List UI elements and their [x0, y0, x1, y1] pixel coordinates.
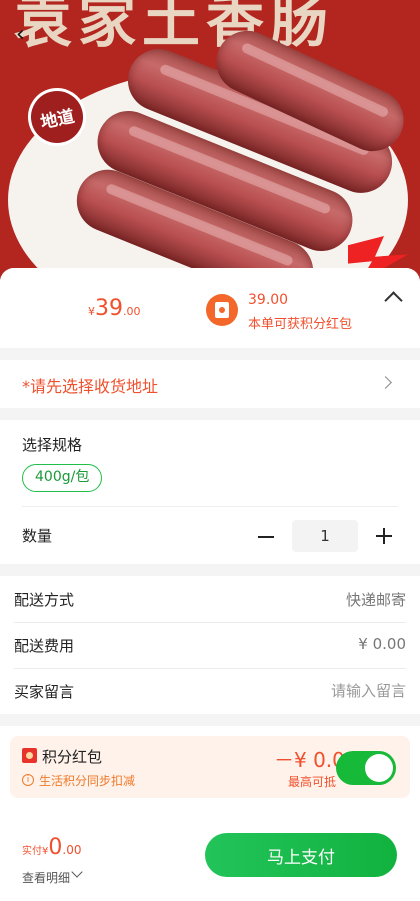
spec-section: 选择规格 400g/包 数量 1	[0, 420, 420, 564]
delivery-method-value: 快递邮寄	[345, 591, 406, 609]
delivery-section: 配送方式 快递邮寄 配送费用 ¥ 0.00 买家留言	[0, 576, 420, 714]
quantity-value[interactable]: 1	[292, 520, 358, 552]
delivery-fee-label: 配送费用	[14, 637, 75, 655]
hongbao-icon	[206, 294, 238, 326]
minus-icon[interactable]	[258, 536, 274, 538]
spec-title: 选择规格	[22, 436, 83, 454]
view-details-link[interactable]: 查看明细	[22, 869, 70, 886]
delivery-method-label: 配送方式	[14, 591, 75, 609]
points-section: 积分红包 i 生活积分同步扣减 －¥ 0.00 最高可抵	[0, 726, 420, 814]
hongbao-icon	[22, 748, 37, 763]
quantity-label: 数量	[22, 527, 53, 545]
chevron-up-icon[interactable]	[384, 288, 404, 308]
address-prompt: *请先选择收货地址	[22, 377, 159, 396]
plus-icon[interactable]	[376, 528, 392, 544]
buyer-message-input[interactable]	[226, 676, 406, 706]
delivery-method-row[interactable]: 配送方式 快递邮寄	[0, 576, 420, 622]
unit-price: ¥39.00	[88, 296, 141, 321]
points-desc: 生活积分同步扣减	[39, 774, 136, 788]
points-card: 积分红包 i 生活积分同步扣减 －¥ 0.00 最高可抵	[10, 736, 410, 798]
buyer-message-label: 买家留言	[14, 683, 75, 701]
chevron-down-icon[interactable]	[71, 866, 83, 878]
checkout-sheet: ¥39.00 39.00 本单可获积分红包 *请先选择收货地址 选择规格 400…	[0, 268, 420, 901]
divider	[22, 506, 398, 507]
buyer-message-row: 买家留言	[0, 668, 420, 714]
points-title: 积分红包	[42, 748, 103, 766]
toggle-knob	[365, 754, 393, 782]
delivery-fee-value: ¥ 0.00	[358, 635, 406, 653]
total-paid: 实付¥0.00	[22, 835, 82, 860]
product-image: 袁家土香肠 地道 ‹	[0, 0, 420, 290]
info-icon: i	[22, 774, 34, 786]
checkout-footer: 实付¥0.00 查看明细 马上支付	[0, 813, 420, 901]
back-arrow-icon[interactable]: ‹	[16, 22, 25, 47]
price-summary: ¥39.00 39.00 本单可获积分红包	[0, 268, 420, 348]
points-toggle[interactable]	[336, 751, 396, 785]
hongbao-amount: 39.00	[248, 292, 289, 308]
address-selector[interactable]: *请先选择收货地址	[0, 360, 420, 408]
hongbao-note: 本单可获积分红包	[248, 317, 353, 332]
points-sub: 最高可抵	[288, 775, 337, 789]
chevron-right-icon	[379, 376, 392, 389]
delivery-fee-row: 配送费用 ¥ 0.00	[0, 622, 420, 668]
pay-now-button[interactable]: 马上支付	[205, 833, 397, 877]
spec-option-chip[interactable]: 400g/包	[22, 464, 103, 492]
